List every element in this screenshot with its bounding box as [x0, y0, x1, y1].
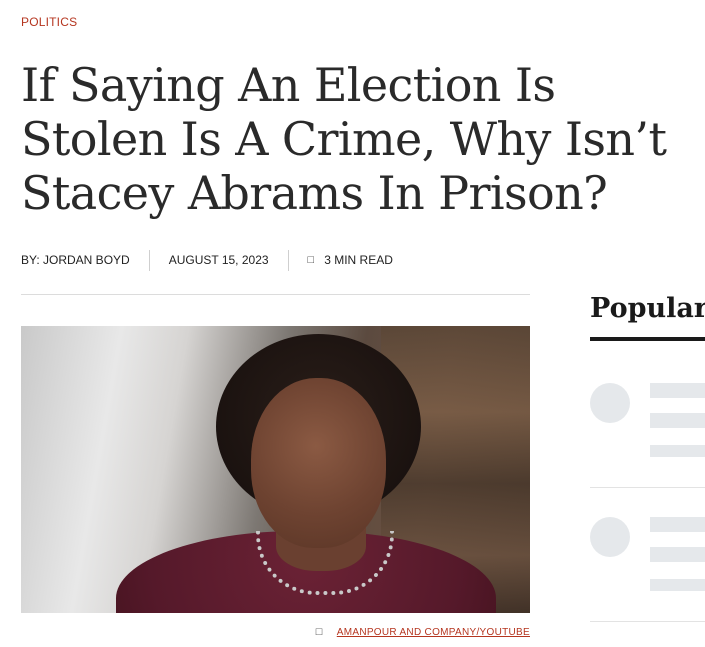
skeleton-avatar — [590, 517, 630, 557]
read-time: □ 3 MIN READ — [308, 253, 393, 267]
skeleton-avatar — [590, 383, 630, 423]
author-byline: BY: JORDAN BOYD — [21, 253, 130, 267]
meta-divider — [287, 249, 289, 271]
skeleton-line — [650, 547, 705, 562]
skeleton-line — [650, 445, 705, 457]
popular-heading-underline — [590, 337, 705, 341]
meta-divider-line — [21, 294, 530, 295]
photo-credit: □ AMANPOUR AND COMPANY/YOUTUBE — [316, 626, 530, 638]
article-featured-image[interactable] — [21, 326, 530, 613]
clock-icon: □ — [307, 254, 315, 266]
skeleton-line — [650, 517, 705, 532]
photo-credit-link[interactable]: AMANPOUR AND COMPANY/YOUTUBE — [337, 627, 530, 638]
article-headline: If Saying An Election Is Stolen Is A Cri… — [21, 58, 667, 220]
image-subject-face — [251, 378, 386, 548]
publish-date: AUGUST 15, 2023 — [168, 253, 269, 267]
popular-heading: Popular — [590, 293, 705, 324]
read-time-label: 3 MIN READ — [324, 253, 393, 267]
skeleton-line — [650, 383, 705, 398]
camera-icon: □ — [315, 626, 323, 638]
skeleton-line — [650, 413, 705, 428]
skeleton-divider — [590, 487, 705, 488]
skeleton-line — [650, 579, 705, 591]
category-link[interactable]: POLITICS — [21, 15, 77, 29]
meta-divider — [148, 249, 150, 271]
author-link[interactable]: BY: JORDAN BOYD — [21, 253, 130, 267]
skeleton-divider — [590, 621, 705, 622]
article-meta: BY: JORDAN BOYD AUGUST 15, 2023 □ 3 MIN … — [21, 248, 393, 272]
